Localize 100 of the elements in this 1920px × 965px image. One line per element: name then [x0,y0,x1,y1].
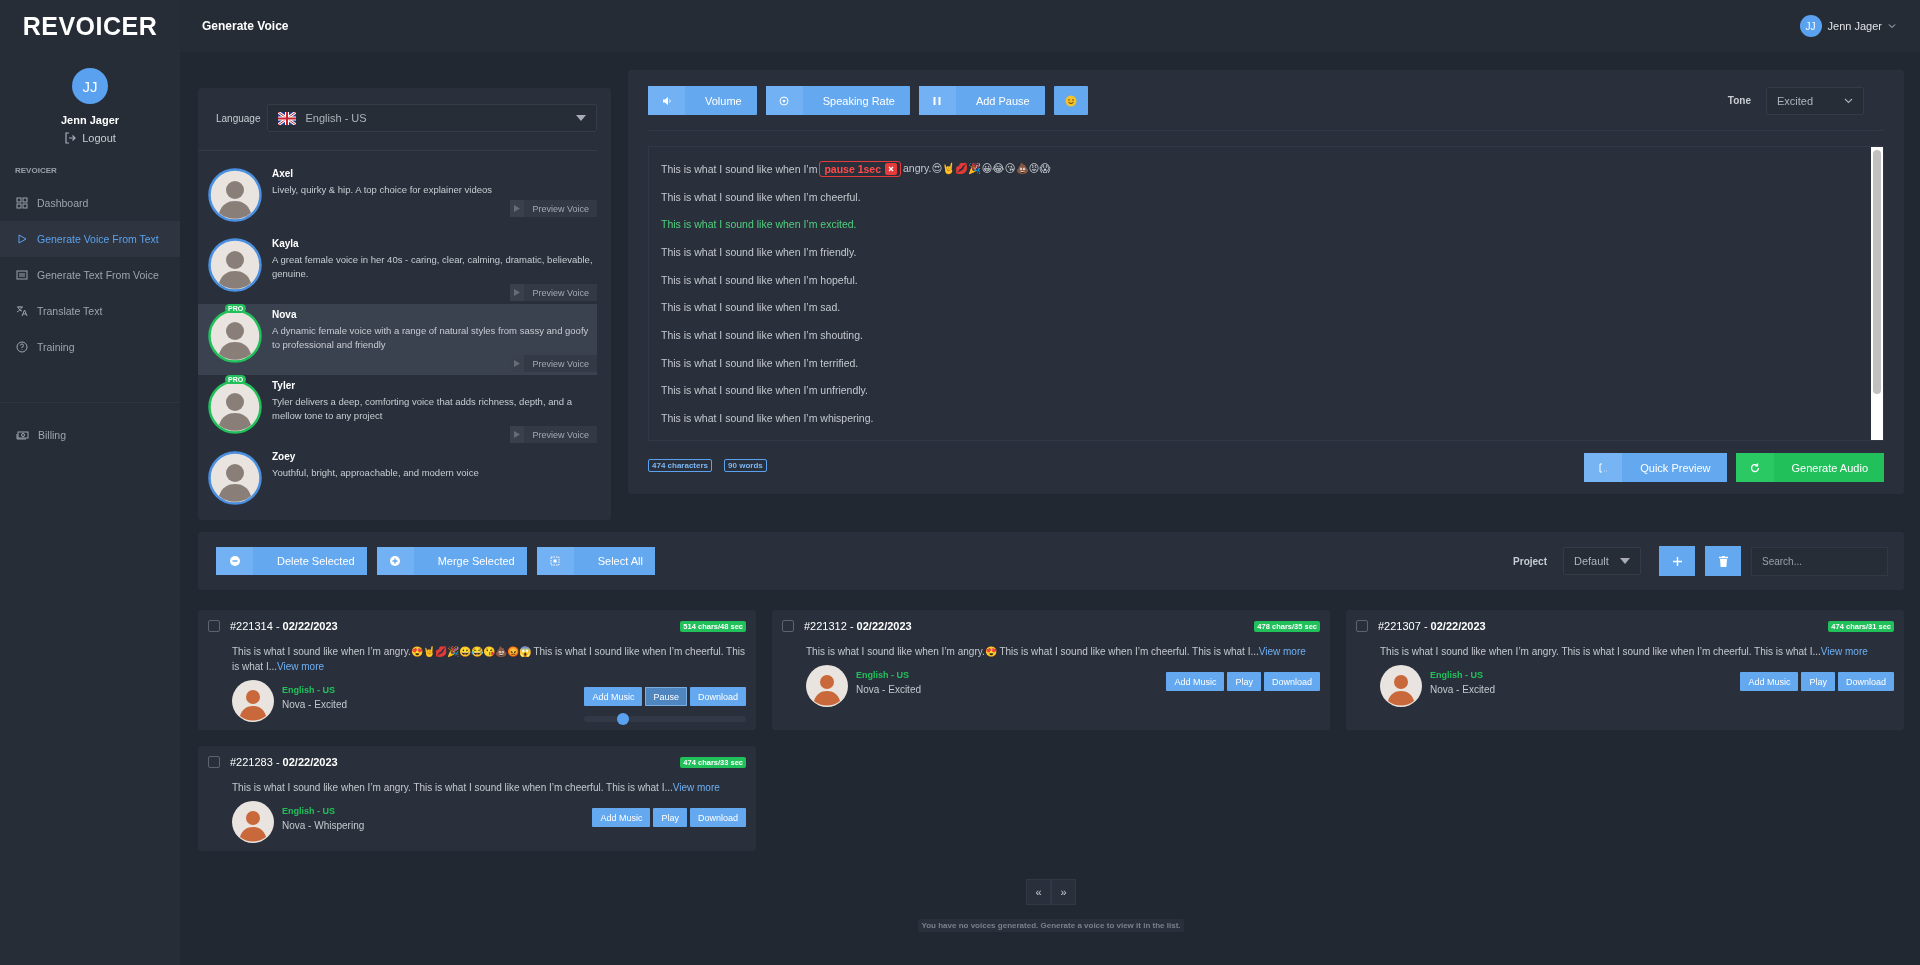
nav-item[interactable]: Generate Text From Voice [0,257,180,293]
card-text: This is what I sound like when I’m angry.😍🤘💋🎉😀😂😘💩😡😱 This is what I sound like when I’m cheerful. This is what I...View more [232,645,746,674]
translate-icon [16,305,28,317]
language-select[interactable]: English - US [266,104,597,132]
language-text: English - US [856,670,910,680]
playback-slider[interactable] [584,716,746,722]
delete-project-button[interactable] [1705,546,1741,576]
speaker-icon [661,95,672,106]
preview-voice-button[interactable]: Preview Voice [510,200,597,217]
text-line: This is what I sound like when I’m unfriendly. [661,384,868,397]
voice-description: Tyler delivers a deep, comforting voice that adds richness, depth, and a mellow tone to any project [272,395,573,423]
play-icon [514,289,521,296]
voice-text: Nova - Excited [1430,684,1496,695]
card-text: This is what I sound like when I’m angry. This is what I sound like when I’m cheerful. This is what I...View more [232,781,721,795]
next-page-button[interactable]: » [1051,879,1076,905]
close-icon[interactable] [885,162,898,175]
voice-name: Tyler [272,380,297,391]
dial-icon [779,95,790,106]
checkbox[interactable] [208,620,220,632]
checkbox[interactable] [208,756,220,768]
add-project-button[interactable] [1659,546,1695,576]
trash-icon [1718,555,1728,567]
section-label: REVOICER [14,166,58,177]
logout-link[interactable]: Logout [64,132,116,144]
avatar-silhouette-icon [208,238,262,292]
card-title: #221283 - 02/22/2023 [230,756,338,768]
chevron-down-icon [1844,97,1853,104]
text-line: This is what I sound like when I’m terrified. [661,356,859,369]
play-icon [16,233,28,245]
card-title: #221314 - 02/22/2023 [230,620,338,632]
avatar-silhouette-icon [208,309,262,363]
select-icon [550,556,561,566]
search-field[interactable]: Search... [1751,546,1888,576]
bracket-icon [1599,462,1608,473]
nav-item[interactable]: Generate Voice From Text [0,221,180,257]
tone-select[interactable]: Excited [1766,86,1864,115]
voice-text: Nova - Whispering [282,820,365,831]
project-label: Project [1513,555,1547,567]
list-icon [16,269,28,281]
avatar-silhouette-icon [208,380,262,434]
nav-item[interactable]: Training [0,329,180,365]
voice-description: Youthful, bright, approachable, and modern voice [272,466,480,480]
language-text: English - US [1430,670,1484,680]
text-line: This is what I sound like when I’m excited. [661,218,857,231]
smiley-icon [1064,94,1077,107]
voice-item[interactable]: Axel Lively, quirky & hip. A top choice for explainer videos Preview Voice [198,163,597,233]
text-line: This is what I sound like when I’m sad. [661,301,841,314]
voice-text: Nova - Excited [856,684,922,695]
view-more-link[interactable]: View more [277,661,325,672]
voice-item[interactable]: Kayla A great female voice in her 40s - caring, clear, calming, dramatic, believable, genuine. Preview Voice [198,233,597,304]
voice-name: Kayla [272,238,300,249]
project-select[interactable]: Default [1563,547,1641,575]
preview-voice-button[interactable]: Preview Voice [510,355,597,372]
text-line: This is what I sound like when I’m friendly. [661,245,857,258]
card-title: #221307 - 02/22/2023 [1378,620,1486,632]
play-icon [514,431,521,438]
checkbox[interactable] [782,620,794,632]
previous-page-button[interactable]: « [1026,879,1051,905]
language-label: Language [216,112,261,124]
avatar-silhouette-icon [232,680,274,722]
plus-circle-icon [390,556,401,566]
checkbox[interactable] [1356,620,1368,632]
money-icon [16,429,29,441]
pause-icon [933,95,942,106]
avatar-silhouette-icon [1380,665,1422,707]
text-line: This is what I sound like when I’m shouting. [661,329,863,342]
avatar-silhouette-icon [806,665,848,707]
text-editor[interactable] [648,146,1884,441]
character-count: 474 characters [648,459,713,472]
text-line: This is what I sound like when I’m cheerful. [661,190,861,203]
voice-description: A great female voice in her 40s - caring, clear, calming, dramatic, believable, genuine. [272,253,594,281]
plus-icon [1672,556,1682,566]
preview-voice-button[interactable]: Preview Voice [510,426,597,443]
card-title: #221312 - 02/22/2023 [804,620,912,632]
nav-item[interactable]: Translate Text [0,293,180,329]
language-text: English - US [282,806,336,816]
emoji-button[interactable] [1053,86,1088,115]
avatar-silhouette-icon [232,801,274,843]
preview-voice-button[interactable]: Preview Voice [510,284,597,301]
refresh-icon [1749,462,1760,473]
scrollbar[interactable] [1871,147,1883,440]
flag-icon [277,111,296,125]
slider-thumb[interactable] [617,713,630,725]
voice-item[interactable]: Zoey Youthful, bright, approachable, and modern voice [198,446,597,516]
page-title: Generate Voice [202,19,290,33]
voice-name: Zoey [272,451,297,462]
text-line: angry.😍🤘💋🎉😀😂😘💩😡😱 [903,162,1051,176]
help-icon [16,341,28,353]
nav-item[interactable]: Dashboard [0,185,180,221]
card-action-button[interactable]: Pause [645,687,687,706]
minus-circle-icon [229,556,240,566]
user-menu[interactable]: JJ Jenn Jager [1799,15,1896,37]
grid-icon [16,197,28,209]
voice-name: Nova [272,309,298,320]
pause-tag[interactable]: pause 1sec [819,160,902,177]
empty-message: You have no voices generated. Generate a voice to view it in the list. [918,919,1184,932]
voice-description: A dynamic female voice with a range of natural styles from sassy and goofy to professional and friendly [272,324,590,352]
voice-description: Lively, quirky & hip. A top choice for explainer videos [272,183,494,197]
nav-item[interactable]: Billing [0,417,180,453]
caret-icon [1888,23,1896,29]
